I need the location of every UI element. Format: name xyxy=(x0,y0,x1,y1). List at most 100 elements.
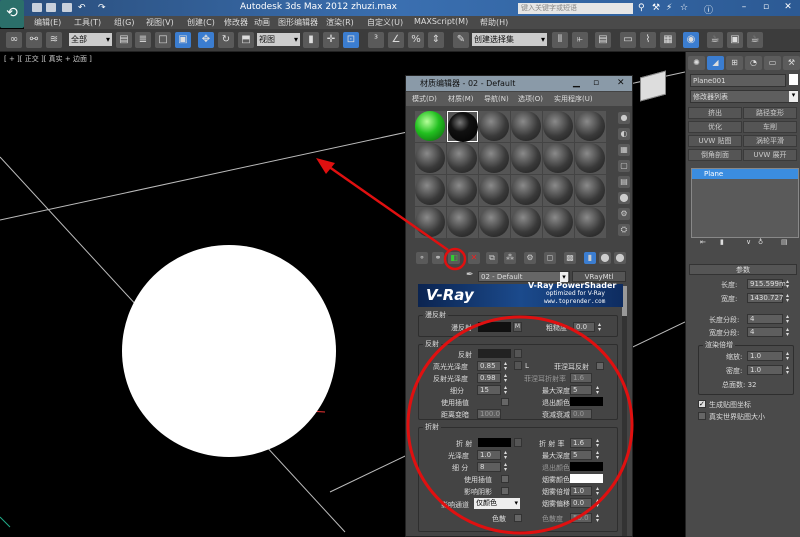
menu-create[interactable]: 创建(C) xyxy=(187,17,215,28)
pivot-center-icon[interactable]: ▮ xyxy=(303,32,319,48)
edit-named-selection-icon[interactable]: ✎ xyxy=(453,32,469,48)
spinner-snap-icon[interactable]: ⇕ xyxy=(428,32,444,48)
refr-gloss-spinner[interactable] xyxy=(504,450,509,460)
fresnel-checkbox[interactable] xyxy=(596,362,604,370)
make-unique-icon[interactable]: ∨ xyxy=(746,238,751,246)
minimize-button[interactable]: ▁ xyxy=(573,78,580,88)
mirror-icon[interactable]: ⫴ xyxy=(552,32,568,48)
ior-spinner[interactable] xyxy=(596,438,601,448)
rendered-frame-icon[interactable]: ▣ xyxy=(727,32,743,48)
undo-icon[interactable]: ↶ xyxy=(78,3,86,13)
material-slot[interactable] xyxy=(415,175,446,206)
material-slot[interactable] xyxy=(511,143,542,174)
selection-filter-dropdown[interactable]: 全部 xyxy=(69,33,112,46)
refract-color-swatch[interactable] xyxy=(478,438,511,447)
pin-stack-icon[interactable]: ⇤ xyxy=(700,238,706,246)
width-field[interactable]: 1430.727 xyxy=(747,293,783,303)
display-tab-icon[interactable]: ▭ xyxy=(764,56,781,70)
refr-subdivs-spinner[interactable] xyxy=(504,462,509,472)
help-icon[interactable]: ⓘ xyxy=(704,3,713,16)
menu-group[interactable]: 组(G) xyxy=(114,17,134,28)
fresnel-ior-field[interactable]: 1.6 xyxy=(570,373,592,383)
align-icon[interactable]: ⫦ xyxy=(572,32,588,48)
refl-max-depth-spinner[interactable] xyxy=(596,385,601,395)
binoculars-icon[interactable]: ⚲ xyxy=(638,3,645,13)
bind-space-warp-icon[interactable]: ≋ xyxy=(46,32,62,48)
refl-gloss-field[interactable]: 0.98 xyxy=(477,373,501,383)
minimize-button[interactable]: – xyxy=(733,1,755,14)
utilities-tab-icon[interactable]: ⚒ xyxy=(783,56,800,70)
snaps-3d-icon[interactable]: ³ xyxy=(368,32,384,48)
width-segs-field[interactable]: 4 xyxy=(747,327,783,337)
material-slot[interactable] xyxy=(479,143,510,174)
chevron-down-icon[interactable]: ▾ xyxy=(789,91,798,102)
material-slot[interactable] xyxy=(479,207,510,238)
show-end-result-icon[interactable]: ▮ xyxy=(584,252,596,264)
redo-icon[interactable]: ↷ xyxy=(98,3,106,13)
refr-subdivs-field[interactable]: 8 xyxy=(477,462,501,472)
menu-animation[interactable]: 动画 xyxy=(254,17,270,28)
scale-icon[interactable]: ⬒ xyxy=(238,32,254,48)
abbe-field[interactable]: 50.0 xyxy=(570,513,592,523)
gen-coords-checkbox[interactable]: ✓ xyxy=(698,400,706,408)
material-slot[interactable] xyxy=(575,143,606,174)
turbosmooth-button[interactable]: 涡轮平滑 xyxy=(743,135,797,147)
refr-use-interp-checkbox[interactable] xyxy=(501,475,509,483)
hilight-gloss-map-button[interactable] xyxy=(514,361,522,370)
open-file-icon[interactable] xyxy=(46,3,56,12)
close-button[interactable]: ✕ xyxy=(777,1,799,14)
object-name-field[interactable]: Plane001 xyxy=(690,74,786,87)
refract-map-button[interactable] xyxy=(514,438,522,447)
unwrap-uvw-button[interactable]: UVW 展开 xyxy=(743,149,797,161)
show-end-result-icon[interactable]: ▮ xyxy=(720,238,724,246)
ior-field[interactable]: 1.6 xyxy=(570,438,592,448)
get-material-icon[interactable]: ⚬ xyxy=(416,252,428,264)
sample-type-icon[interactable]: ● xyxy=(618,112,630,124)
material-slot[interactable] xyxy=(543,143,574,174)
material-slot[interactable] xyxy=(447,111,478,142)
assign-material-icon[interactable]: ◧ xyxy=(448,252,460,264)
close-button[interactable]: ✕ xyxy=(617,78,625,88)
put-to-library-icon[interactable]: ⚙ xyxy=(524,252,536,264)
refl-use-interp-checkbox[interactable] xyxy=(501,398,509,406)
create-tab-icon[interactable]: ✺ xyxy=(688,56,705,70)
density-spinner[interactable] xyxy=(786,365,791,375)
lock-button[interactable]: L xyxy=(525,362,529,370)
percent-snap-icon[interactable]: % xyxy=(408,32,424,48)
fog-color-swatch[interactable] xyxy=(570,474,603,483)
go-sibling-icon[interactable]: ⬤ xyxy=(614,252,626,264)
select-by-material-icon[interactable]: ⛭ xyxy=(618,224,630,236)
search-input[interactable]: 键入关键字或短语 xyxy=(518,3,633,14)
material-slot[interactable] xyxy=(575,207,606,238)
select-object-icon[interactable]: ▤ xyxy=(116,32,132,48)
new-file-icon[interactable] xyxy=(32,3,42,12)
bevel-profile-button[interactable]: 倒角剖面 xyxy=(688,149,742,161)
diffuse-map-button[interactable]: M xyxy=(513,322,522,332)
go-parent-icon[interactable]: ⬤ xyxy=(599,252,611,264)
width-spinner[interactable] xyxy=(786,293,791,303)
material-editor-icon[interactable]: ◉ xyxy=(683,32,699,48)
hilight-gloss-spinner[interactable] xyxy=(504,361,509,371)
select-manipulate-icon[interactable]: ✛ xyxy=(323,32,339,48)
material-slot[interactable] xyxy=(543,175,574,206)
material-slot[interactable] xyxy=(511,207,542,238)
refr-exit-color-swatch[interactable] xyxy=(570,462,603,471)
stack-item-plane[interactable]: Plane xyxy=(692,169,798,179)
length-segs-field[interactable]: 4 xyxy=(747,314,783,324)
density-field[interactable]: 1.0 xyxy=(747,365,783,375)
object-color-swatch[interactable] xyxy=(789,74,798,85)
viewport-label[interactable]: [ + ][ 正交 ][ 真实 + 边面 ] xyxy=(4,54,92,64)
move-icon[interactable]: ✥ xyxy=(198,32,214,48)
reflect-color-swatch[interactable] xyxy=(478,349,511,358)
put-to-scene-icon[interactable]: ⚭ xyxy=(432,252,444,264)
material-slot[interactable] xyxy=(511,175,542,206)
menu-graph-editors[interactable]: 图形编辑器 xyxy=(278,17,318,28)
refr-gloss-field[interactable]: 1.0 xyxy=(477,450,501,460)
menu-modifiers[interactable]: 修改器 xyxy=(224,17,248,28)
video-check-icon[interactable]: ▤ xyxy=(618,176,630,188)
material-slot[interactable] xyxy=(447,143,478,174)
extrude-button[interactable]: 挤出 xyxy=(688,107,742,119)
configure-sets-icon[interactable]: ▤ xyxy=(781,238,788,246)
length-segs-spinner[interactable] xyxy=(786,314,791,324)
motion-tab-icon[interactable]: ◔ xyxy=(745,56,762,70)
